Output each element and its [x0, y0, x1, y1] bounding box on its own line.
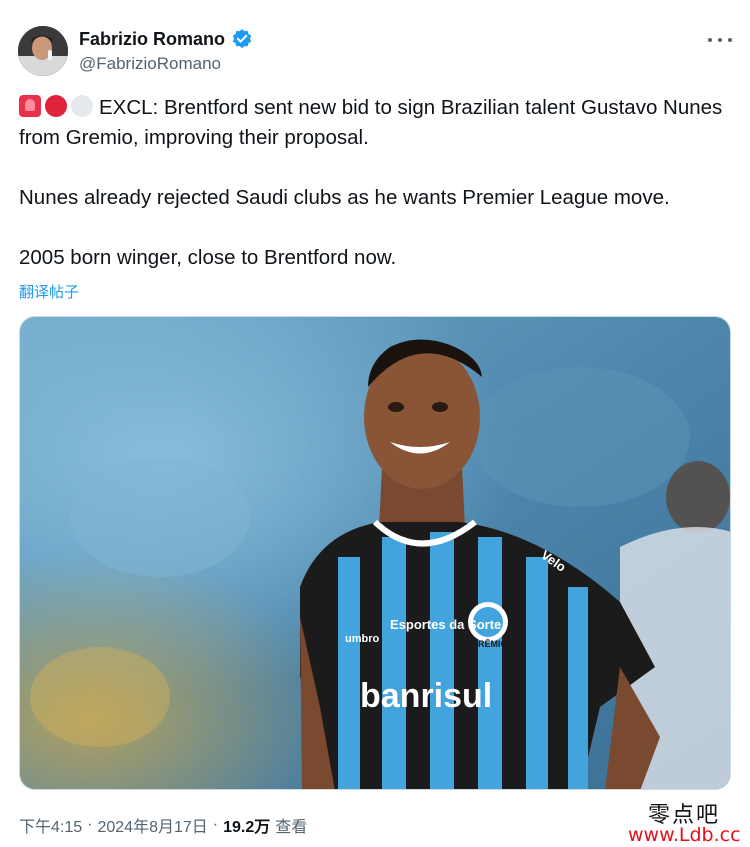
more-options-icon[interactable] [708, 30, 732, 50]
tweet-media-photo[interactable]: banrisul Esportes da Sorte GRÊMIO umbro … [19, 316, 731, 790]
watermark-url: www.Ldb.cc [628, 824, 741, 846]
tweet-paragraph-1: EXCL: Brentford sent new bid to sign Bra… [19, 93, 731, 153]
tweet-line-1: EXCL: Brentford sent new bid to sign Bra… [19, 96, 723, 149]
name-row: Fabrizio Romano [79, 28, 253, 50]
avatar-image [18, 26, 68, 76]
more-dot [718, 38, 722, 42]
tweet-text: EXCL: Brentford sent new bid to sign Bra… [19, 93, 731, 273]
tweet-footer: 下午4:15 · 2024年8月17日 · 19.2万 查看 [19, 813, 307, 837]
tweet-date[interactable]: 2024年8月17日 [97, 813, 207, 837]
author-display-name[interactable]: Fabrizio Romano [79, 29, 225, 50]
jersey-kit-text: umbro [345, 633, 380, 645]
white-circle-icon [71, 95, 93, 117]
jersey-sponsor-small: Esportes da Sorte [390, 617, 501, 632]
jersey-club-text: GRÊMIO [471, 638, 508, 649]
verified-badge-icon [231, 28, 253, 50]
more-dot [728, 38, 732, 42]
translate-post-link[interactable]: 翻译帖子 [19, 281, 79, 302]
tweet-time[interactable]: 下午4:15 [19, 813, 82, 837]
top-strip [0, 0, 750, 8]
views-label: 查看 [275, 819, 308, 836]
tweet-header: Fabrizio Romano @FabrizioRomano [18, 26, 732, 78]
more-dot [708, 38, 712, 42]
player-photo: banrisul Esportes da Sorte GRÊMIO umbro … [20, 317, 730, 789]
tweet-paragraph-3: 2005 born winger, close to Brentford now… [19, 246, 397, 269]
jersey-sponsor-text: banrisul [360, 677, 492, 715]
author-handle[interactable]: @FabrizioRomano [79, 54, 221, 74]
author-avatar[interactable] [18, 26, 68, 76]
tweet-paragraph-2: Nunes already rejected Saudi clubs as he… [19, 186, 670, 209]
views-count: 19.2万 [223, 819, 271, 836]
emoji-row [19, 95, 93, 117]
red-circle-icon [45, 95, 67, 117]
rotating-light-icon [19, 95, 41, 117]
